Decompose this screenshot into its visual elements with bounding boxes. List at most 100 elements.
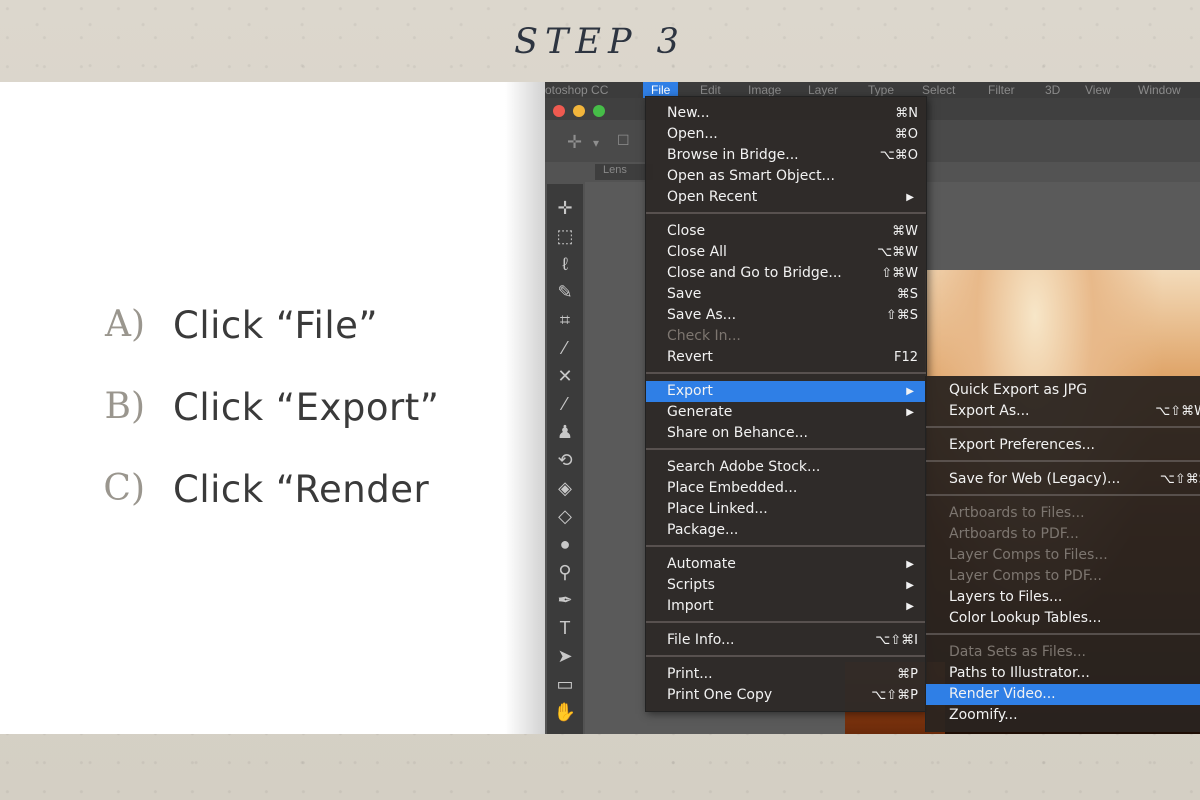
menu-item-label: Artboards to Files... bbox=[949, 505, 1085, 521]
file_menu-item-print[interactable]: Print... ⌘P bbox=[646, 664, 926, 685]
menu-item-label: Export bbox=[667, 383, 713, 399]
export_submenu-item-export-preferences[interactable]: Export Preferences... bbox=[926, 435, 1200, 456]
file_menu-item-close-all[interactable]: Close All ⌥⌘W bbox=[646, 242, 926, 263]
menu-layer[interactable]: Layer bbox=[808, 83, 838, 97]
pen-tool-icon[interactable]: ✒ bbox=[547, 590, 583, 611]
file_menu-item-close[interactable]: Close ⌘W bbox=[646, 221, 926, 242]
file_menu-item-close-and-go-to-bridge[interactable]: Close and Go to Bridge... ⇧⌘W bbox=[646, 263, 926, 284]
menu-item-label: Share on Behance... bbox=[667, 425, 808, 441]
dodge-tool-icon[interactable]: ⚲ bbox=[547, 562, 583, 583]
menu-item-label: Layer Comps to Files... bbox=[949, 547, 1108, 563]
app-name: otoshop CC bbox=[545, 83, 609, 97]
file_menu-item-generate[interactable]: Generate ▶ bbox=[646, 402, 926, 423]
menu-item-shortcut: ⌘W bbox=[892, 224, 918, 239]
eraser-icon[interactable]: ◈ bbox=[547, 478, 583, 499]
menu-item-label: Open... bbox=[667, 126, 718, 142]
tools-panel: ✛ ⬚ ℓ ✎ ⌗ ⁄ ✕ ⁄ ♟ ⟲ ◈ ◇ ● ⚲ ✒ T ➤ ▭ ✋ bbox=[547, 184, 583, 734]
file_menu-item-open-recent[interactable]: Open Recent ▶ bbox=[646, 187, 926, 208]
menu-3d[interactable]: 3D bbox=[1045, 83, 1060, 97]
export_submenu-item-artboards-to-files: Artboards to Files... bbox=[926, 503, 1200, 524]
export_submenu-item-color-lookup-tables[interactable]: Color Lookup Tables... bbox=[926, 608, 1200, 629]
menu-item-label: Automate bbox=[667, 556, 736, 572]
export_submenu-item-quick-export-as-jpg[interactable]: Quick Export as JPG bbox=[926, 380, 1200, 401]
menu-separator bbox=[646, 655, 926, 657]
menu-item-label: File Info... bbox=[667, 632, 735, 648]
export_submenu-item-render-video[interactable]: Render Video... bbox=[926, 684, 1200, 705]
history-brush-icon[interactable]: ⟲ bbox=[547, 450, 583, 471]
export_submenu-item-export-as[interactable]: Export As... ⌥⇧⌘W bbox=[926, 401, 1200, 422]
menu-item-shortcut: ⌘O bbox=[894, 127, 918, 142]
checkbox-icon[interactable]: ☐ bbox=[617, 132, 630, 149]
menu-window[interactable]: Window bbox=[1138, 83, 1181, 97]
menu-separator bbox=[646, 621, 926, 623]
menu-item-label: Place Embedded... bbox=[667, 480, 798, 496]
menu-separator bbox=[926, 633, 1200, 635]
marquee-tool-icon[interactable]: ⬚ bbox=[547, 226, 583, 247]
menu-item-shortcut: ⌘N bbox=[895, 106, 918, 121]
menu-item-label: Place Linked... bbox=[667, 501, 768, 517]
minimize-window-icon[interactable] bbox=[573, 105, 585, 117]
menu-item-label: New... bbox=[667, 105, 710, 121]
file_menu-item-place-embedded[interactable]: Place Embedded... bbox=[646, 478, 926, 499]
menu-item-label: Browse in Bridge... bbox=[667, 147, 799, 163]
lasso-tool-icon[interactable]: ℓ bbox=[547, 254, 583, 275]
panel-shadow bbox=[505, 82, 545, 734]
file_menu-item-revert[interactable]: Revert F12 bbox=[646, 347, 926, 368]
export_submenu-item-paths-to-illustrator[interactable]: Paths to Illustrator... bbox=[926, 663, 1200, 684]
file_menu-item-print-one-copy[interactable]: Print One Copy ⌥⇧⌘P bbox=[646, 685, 926, 706]
crop-tool-icon[interactable]: ⌗ bbox=[547, 310, 583, 331]
file_menu-item-open-as-smart-object[interactable]: Open as Smart Object... bbox=[646, 166, 926, 187]
menu-item-label: Render Video... bbox=[949, 686, 1056, 702]
file_menu-item-place-linked[interactable]: Place Linked... bbox=[646, 499, 926, 520]
file_menu-item-automate[interactable]: Automate ▶ bbox=[646, 554, 926, 575]
clone-stamp-icon[interactable]: ♟ bbox=[547, 422, 583, 443]
file_menu-item-browse-in-bridge[interactable]: Browse in Bridge... ⌥⌘O bbox=[646, 145, 926, 166]
menu-item-label: Scripts bbox=[667, 577, 715, 593]
menu-image[interactable]: Image bbox=[748, 83, 781, 97]
menu-filter[interactable]: Filter bbox=[988, 83, 1015, 97]
path-select-icon[interactable]: ➤ bbox=[547, 646, 583, 667]
eyedropper-icon[interactable]: ⁄ bbox=[547, 338, 583, 359]
gradient-icon[interactable]: ◇ bbox=[547, 506, 583, 527]
file_menu-item-share-on-behance[interactable]: Share on Behance... bbox=[646, 423, 926, 444]
menu-select[interactable]: Select bbox=[922, 83, 955, 97]
menu-type[interactable]: Type bbox=[868, 83, 894, 97]
blur-tool-icon[interactable]: ● bbox=[547, 534, 583, 555]
chevron-down-icon[interactable]: ▾ bbox=[593, 136, 599, 150]
export_submenu-item-layers-to-files[interactable]: Layers to Files... bbox=[926, 587, 1200, 608]
export_submenu-item-save-for-web-legacy[interactable]: Save for Web (Legacy)... ⌥⇧⌘S bbox=[926, 469, 1200, 490]
file_menu-item-save-as[interactable]: Save As... ⇧⌘S bbox=[646, 305, 926, 326]
menu-item-label: Close All bbox=[667, 244, 727, 260]
file_menu-item-import[interactable]: Import ▶ bbox=[646, 596, 926, 617]
file_menu-item-open[interactable]: Open... ⌘O bbox=[646, 124, 926, 145]
export_submenu-item-layer-comps-to-files: Layer Comps to Files... bbox=[926, 545, 1200, 566]
file_menu-item-search-adobe-stock[interactable]: Search Adobe Stock... bbox=[646, 457, 926, 478]
menu-item-label: Open as Smart Object... bbox=[667, 168, 835, 184]
healing-brush-icon[interactable]: ✕ bbox=[547, 366, 583, 387]
quick-select-icon[interactable]: ✎ bbox=[547, 282, 583, 303]
type-tool-icon[interactable]: T bbox=[547, 618, 583, 639]
menu-item-shortcut: F12 bbox=[893, 350, 918, 365]
menu-item-label: Quick Export as JPG bbox=[949, 382, 1088, 398]
brush-tool-icon[interactable]: ⁄ bbox=[547, 394, 583, 415]
file_menu-item-file-info[interactable]: File Info... ⌥⇧⌘I bbox=[646, 630, 926, 651]
hand-tool-icon[interactable]: ✋ bbox=[547, 702, 583, 723]
close-window-icon[interactable] bbox=[553, 105, 565, 117]
menu-view[interactable]: View bbox=[1085, 83, 1111, 97]
move-tool-icon[interactable]: ✛ bbox=[547, 198, 583, 219]
file_menu-item-package[interactable]: Package... bbox=[646, 520, 926, 541]
shape-tool-icon[interactable]: ▭ bbox=[547, 674, 583, 695]
menu-item-label: Data Sets as Files... bbox=[949, 644, 1087, 660]
file_menu-item-new[interactable]: New... ⌘N bbox=[646, 103, 926, 124]
zoom-window-icon[interactable] bbox=[593, 105, 605, 117]
file_menu-item-scripts[interactable]: Scripts ▶ bbox=[646, 575, 926, 596]
menu-edit[interactable]: Edit bbox=[700, 83, 721, 97]
file_menu-item-export[interactable]: Export ▶ bbox=[646, 381, 926, 402]
move-tool-icon[interactable]: ✛ bbox=[567, 132, 582, 153]
menu-item-label: Export As... bbox=[949, 403, 1030, 419]
menu-item-label: Check In... bbox=[667, 328, 741, 344]
instruction-letter: A) bbox=[104, 304, 145, 345]
export_submenu-item-data-sets-as-files: Data Sets as Files... bbox=[926, 642, 1200, 663]
export_submenu-item-zoomify[interactable]: Zoomify... bbox=[926, 705, 1200, 726]
file_menu-item-save[interactable]: Save ⌘S bbox=[646, 284, 926, 305]
